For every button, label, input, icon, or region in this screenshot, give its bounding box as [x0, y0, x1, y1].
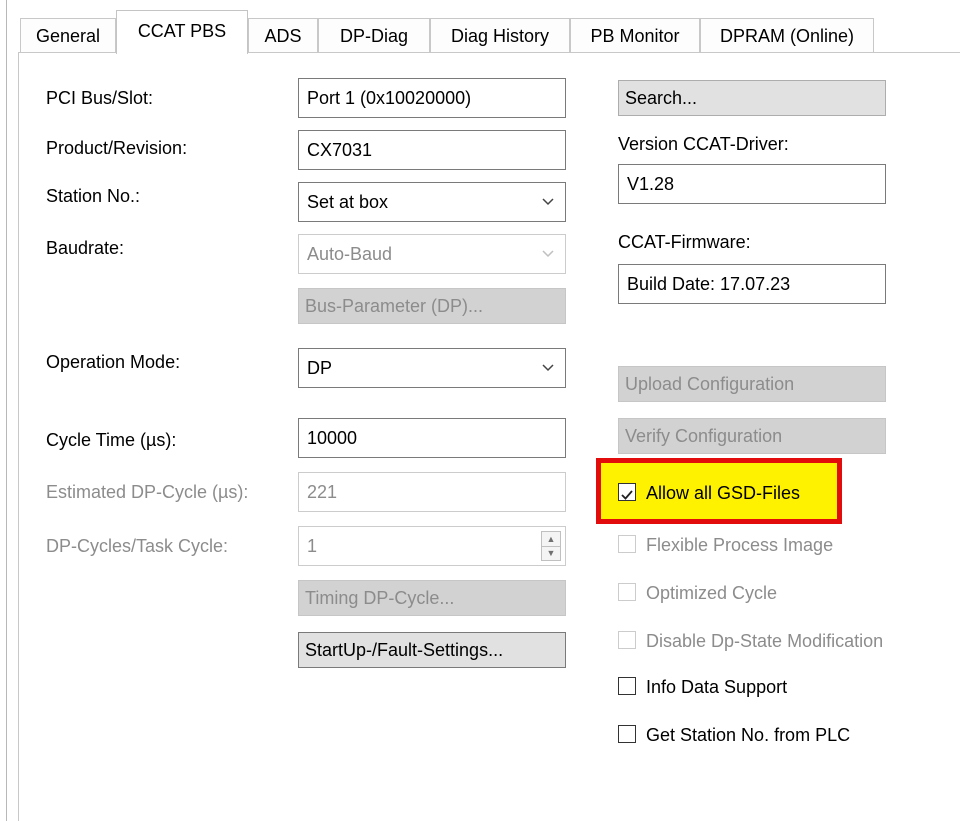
station-no-dropdown[interactable]: Set at box: [298, 182, 566, 222]
ccat-firmware-field[interactable]: Build Date: 17.07.23: [618, 264, 886, 304]
baudrate-dropdown[interactable]: Auto-Baud: [298, 234, 566, 274]
checkbox-box[interactable]: [618, 725, 636, 743]
ccat-firmware-label: CCAT-Firmware:: [618, 232, 751, 252]
verify-configuration-button[interactable]: Verify Configuration: [618, 418, 886, 454]
tab-general[interactable]: General: [20, 18, 116, 52]
station-no-label: Station No.:: [46, 186, 141, 206]
baudrate-value: Auto-Baud: [307, 244, 393, 264]
operation-mode-dropdown[interactable]: DP: [298, 348, 566, 388]
spin-up-icon[interactable]: ▲: [542, 532, 560, 547]
dp-cycles-task-cycle-label: DP-Cycles/Task Cycle:: [46, 536, 229, 556]
chevron-down-icon: [542, 198, 554, 206]
checkbox-box[interactable]: [618, 631, 636, 649]
dp-cycles-value: 1: [307, 536, 318, 556]
operation-mode-label: Operation Mode:: [46, 352, 181, 372]
product-revision-label: Product/Revision:: [46, 138, 188, 158]
pci-bus-slot-field[interactable]: Port 1 (0x10020000): [298, 78, 566, 118]
baudrate-label: Baudrate:: [46, 238, 125, 258]
checkmark-icon: [621, 490, 633, 500]
checkbox-label: Allow all GSD-Files: [646, 483, 801, 503]
allow-all-gsd-files-checkbox[interactable]: Allow all GSD-Files: [618, 480, 848, 506]
estimated-dp-cycle-label: Estimated DP-Cycle (µs):: [46, 482, 249, 502]
checkbox-label: Info Data Support: [646, 677, 788, 697]
cycle-time-label: Cycle Time (µs):: [46, 430, 177, 450]
checkbox-label: Disable Dp-State Modification: [646, 631, 884, 651]
get-station-no-from-plc-checkbox[interactable]: Get Station No. from PLC: [618, 722, 918, 748]
tab-pb-monitor[interactable]: PB Monitor: [570, 18, 700, 52]
tab-ads[interactable]: ADS: [248, 18, 318, 52]
spin-down-icon[interactable]: ▼: [542, 546, 560, 560]
startup-fault-settings-button[interactable]: StartUp-/Fault-Settings...: [298, 632, 566, 668]
checkbox-label: Get Station No. from PLC: [646, 725, 851, 745]
version-ccat-driver-label: Version CCAT-Driver:: [618, 134, 789, 154]
dp-cycles-task-cycle-stepper[interactable]: 1 ▲ ▼: [298, 526, 566, 566]
estimated-dp-cycle-field: 221: [298, 472, 566, 512]
chevron-down-icon: [542, 364, 554, 372]
checkbox-box[interactable]: [618, 677, 636, 695]
upload-configuration-button[interactable]: Upload Configuration: [618, 366, 886, 402]
info-data-support-checkbox[interactable]: Info Data Support: [618, 674, 918, 700]
version-ccat-driver-field[interactable]: V1.28: [618, 164, 886, 204]
bus-parameter-button[interactable]: Bus-Parameter (DP)...: [298, 288, 566, 324]
checkbox-box[interactable]: [618, 535, 636, 553]
tab-diag-history[interactable]: Diag History: [430, 18, 570, 52]
cycle-time-field[interactable]: 10000: [298, 418, 566, 458]
search-button[interactable]: Search...: [618, 80, 886, 116]
tab-ccat-pbs[interactable]: CCAT PBS: [116, 10, 248, 54]
spin-buttons[interactable]: ▲ ▼: [541, 531, 561, 561]
checkbox-box[interactable]: [618, 483, 636, 501]
operation-mode-value: DP: [307, 358, 333, 378]
optimized-cycle-checkbox[interactable]: Optimized Cycle: [618, 580, 918, 606]
tab-dpram-online[interactable]: DPRAM (Online): [700, 18, 874, 52]
flexible-process-image-checkbox[interactable]: Flexible Process Image: [618, 532, 918, 558]
station-no-value: Set at box: [307, 192, 389, 212]
tab-dp-diag[interactable]: DP-Diag: [318, 18, 430, 52]
checkbox-box[interactable]: [618, 583, 636, 601]
chevron-down-icon: [542, 250, 554, 258]
disable-dp-state-modification-checkbox[interactable]: Disable Dp-State Modification: [618, 628, 938, 654]
pci-bus-slot-label: PCI Bus/Slot:: [46, 88, 154, 108]
checkbox-label: Flexible Process Image: [646, 535, 834, 555]
product-revision-field[interactable]: CX7031: [298, 130, 566, 170]
checkbox-label: Optimized Cycle: [646, 583, 778, 603]
timing-dp-cycle-button[interactable]: Timing DP-Cycle...: [298, 580, 566, 616]
